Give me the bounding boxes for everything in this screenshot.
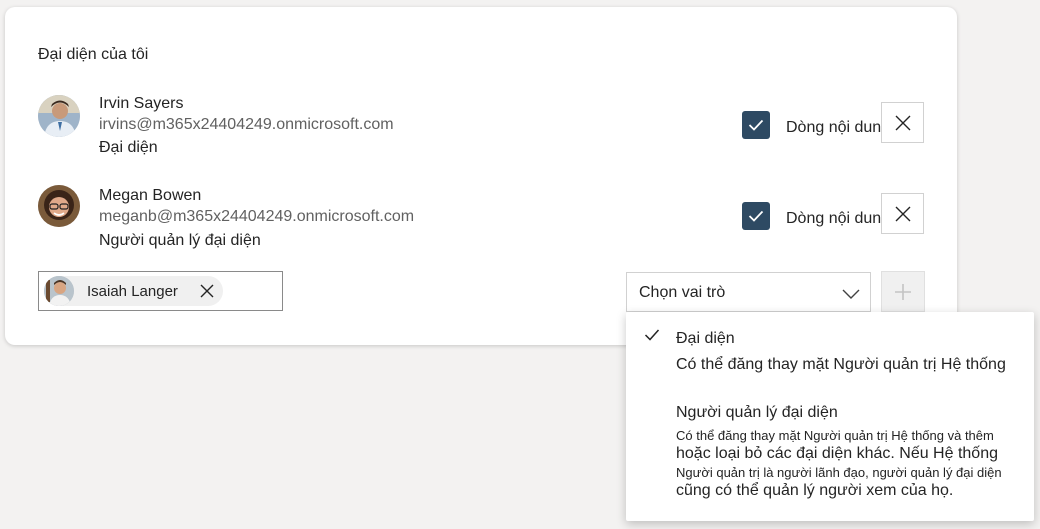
role-option-description: hoặc loại bỏ các đại diện khác. Nếu Hệ t… [676, 445, 998, 462]
chevron-down-icon [842, 289, 860, 299]
plus-icon [895, 283, 911, 300]
delegate-email: meganb@m365x24404249.onmicrosoft.com [99, 208, 415, 225]
section-title: Đại diện của tôi [38, 46, 149, 63]
checkmark-icon [644, 329, 660, 341]
role-select-placeholder: Chọn vai trò [639, 284, 726, 301]
avatar [38, 185, 80, 227]
close-icon [895, 206, 910, 221]
close-icon [895, 115, 910, 130]
checkmark-icon [748, 210, 764, 222]
role-option-title: Người quản lý đại diện [676, 404, 838, 421]
avatar [38, 95, 80, 137]
remove-delegate-button[interactable] [881, 193, 924, 234]
role-option-description: Có thể đăng thay mặt Người quản trị Hệ t… [676, 356, 1006, 373]
avatar [44, 276, 74, 306]
checkmark-icon [748, 119, 764, 131]
remove-delegate-button[interactable] [881, 102, 924, 143]
role-option-description: Có thể đăng thay mặt Người quản trị Hệ t… [676, 428, 994, 443]
selected-person-chip: Isaiah Langer [44, 276, 223, 306]
role-option-delegate[interactable]: Đại diện Có thể đăng thay mặt Người quản… [676, 330, 1026, 374]
close-icon[interactable] [199, 283, 215, 299]
delegate-role: Đại diện [99, 139, 158, 156]
selected-person-name: Isaiah Langer [87, 282, 178, 300]
role-option-title: Đại diện [676, 330, 735, 347]
delegate-name: Megan Bowen [99, 187, 202, 204]
delegate-checkbox[interactable] [742, 202, 770, 230]
delegate-email: irvins@m365x24404249.onmicrosoft.com [99, 116, 394, 133]
delegate-name: Irvin Sayers [99, 95, 184, 112]
add-delegate-button[interactable] [881, 271, 925, 312]
role-option-description: Người quản trị là người lãnh đạo, người … [676, 465, 1002, 480]
role-option-delegate-manager[interactable]: Người quản lý đại diện Có thể đăng thay … [676, 404, 1026, 500]
delegate-checkbox[interactable] [742, 111, 770, 139]
delegate-role: Người quản lý đại diện [99, 232, 261, 249]
people-picker-input[interactable]: Isaiah Langer [38, 271, 283, 311]
role-options-menu: Đại diện Có thể đăng thay mặt Người quản… [626, 312, 1034, 521]
role-select[interactable]: Chọn vai trò [626, 272, 871, 312]
role-option-description: cũng có thể quản lý người xem của họ. [676, 482, 954, 499]
